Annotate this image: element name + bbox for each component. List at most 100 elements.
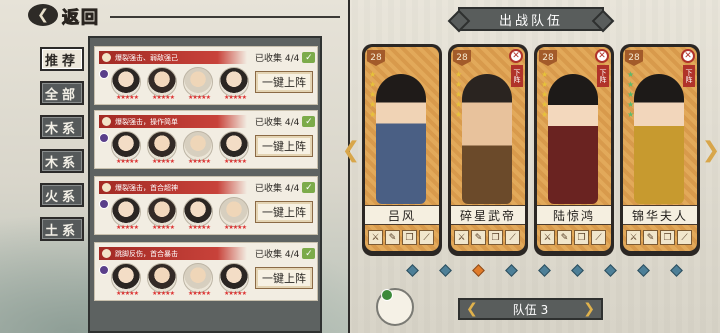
page-dot-active[interactable] (472, 264, 485, 277)
equipment-slots: ⚔ ✎ ❒ ⟋ (540, 230, 608, 245)
team-card: 爆裂强击、弱敌强己 已收集 4/4 ✓ ★★★★★ ★★★★★ ★★★★★ ★★★… (94, 46, 318, 105)
tab-recommend[interactable]: 推荐 (40, 47, 84, 71)
avatar[interactable]: ★★★★★ (183, 67, 213, 101)
star-icon: ★★★★★ (152, 290, 175, 297)
sword-icon[interactable]: ⚔ (368, 230, 383, 245)
close-icon[interactable]: ✕ (681, 49, 695, 63)
equipment-slots: ⚔ ✎ ❒ ⟋ (454, 230, 522, 245)
avatar[interactable]: ★★★★★ (147, 263, 177, 297)
filter-tabs: 推荐 全部 木系 木系 火系 土系 (40, 47, 88, 251)
avatar[interactable]: ★★★★★ (183, 131, 213, 165)
top-bar: ❮ 返回 (0, 0, 345, 30)
top-divider (110, 16, 340, 18)
sword-icon[interactable]: ⚔ (540, 230, 555, 245)
hero-avatars: ★★★★★ ★★★★★ ★★★★★ ★★★★★ (111, 67, 255, 101)
collect-status: 已收集 4/4 ✓ (255, 181, 316, 194)
hero-figure (376, 74, 426, 204)
star-icon: ★★★★★ (224, 224, 247, 231)
tab-all[interactable]: 全部 (40, 81, 84, 105)
scroll-icon[interactable]: ✎ (385, 230, 400, 245)
sword-icon[interactable]: ⚔ (626, 230, 641, 245)
remove-label[interactable]: 下阵 (597, 65, 609, 87)
back-arrow-icon: ❮ (28, 4, 58, 26)
page-dot[interactable] (505, 264, 518, 277)
remove-label[interactable]: 下阵 (511, 65, 523, 87)
tab-wood-2[interactable]: 木系 (40, 149, 84, 173)
scroll-icon[interactable]: ✎ (471, 230, 486, 245)
spear-icon[interactable]: ⟋ (677, 230, 692, 245)
close-icon[interactable]: ✕ (509, 49, 523, 63)
avatar[interactable]: ★★★★★ (147, 197, 177, 231)
team-tag-text: 爆裂强击、弱敌强己 (115, 53, 178, 62)
team-page-indicator (406, 264, 705, 277)
chevron-left-icon[interactable]: ❮ (466, 301, 478, 317)
star-icon: ★★★★★ (224, 158, 247, 165)
avatar[interactable]: ★★★★★ (111, 67, 141, 101)
avatar[interactable]: ★★★★★ (111, 197, 141, 231)
star-icon: ★★★★★ (188, 94, 211, 101)
avatar[interactable]: ★★★★★ (219, 131, 249, 165)
spear-icon[interactable]: ⟋ (419, 230, 434, 245)
scroll-icon[interactable]: ✎ (557, 230, 572, 245)
hero-card[interactable]: 28 ✕ 下阵 ★ ★ ★ ★ ★ 陆惊鸿 ⚔ ✎ ❒ ⟋ (534, 44, 614, 256)
hero-card[interactable]: 28 ✕ 下阵 ★ ★ ★ ★ ★ 碎星武帝 ⚔ ✎ ❒ ⟋ (448, 44, 528, 256)
back-button[interactable]: ❮ 返回 (28, 3, 113, 28)
deploy-button[interactable]: 一键上阵 (255, 267, 313, 289)
page-dot[interactable] (637, 264, 650, 277)
collect-status: 已收集 4/4 ✓ (255, 115, 316, 128)
avatar[interactable]: ★★★★★ (147, 67, 177, 101)
star-icon: ★★★★★ (224, 290, 247, 297)
book-icon[interactable]: ❒ (660, 230, 675, 245)
team-tag-text: 爆裂强击，操作简单 (115, 117, 178, 126)
spear-icon[interactable]: ⟋ (505, 230, 520, 245)
team-list-panel[interactable]: 爆裂强击、弱敌强己 已收集 4/4 ✓ ★★★★★ ★★★★★ ★★★★★ ★★★… (88, 36, 322, 333)
equipment-slots: ⚔ ✎ ❒ ⟋ (626, 230, 694, 245)
collect-status: 已收集 4/4 ✓ (255, 51, 316, 64)
sword-icon[interactable]: ⚔ (454, 230, 469, 245)
spear-icon[interactable]: ⟋ (591, 230, 606, 245)
book-icon[interactable]: ❒ (574, 230, 589, 245)
scroll-icon[interactable]: ✎ (643, 230, 658, 245)
hero-avatars: ★★★★★ ★★★★★ ★★★★★ ★★★★★ (111, 197, 255, 231)
star-icon: ★★★★★ (188, 224, 211, 231)
tab-wood-1[interactable]: 木系 (40, 115, 84, 139)
remove-label[interactable]: 下阵 (683, 65, 695, 87)
page-dot[interactable] (670, 264, 683, 277)
book-icon[interactable]: ❒ (402, 230, 417, 245)
close-icon[interactable]: ✕ (595, 49, 609, 63)
deploy-button[interactable]: 一键上阵 (255, 135, 313, 157)
avatar[interactable]: ★★★★★ (219, 67, 249, 101)
avatar[interactable]: ★★★★★ (111, 131, 141, 165)
page-dot[interactable] (604, 264, 617, 277)
tab-earth[interactable]: 土系 (40, 217, 84, 241)
hero-card[interactable]: 28 ✕ 下阵 ★ ★ ★ ★ ★ 锦华夫人 ⚔ ✎ ❒ ⟋ (620, 44, 700, 256)
star-icon: ★★★★★ (224, 94, 247, 101)
collect-status: 已收集 4/4 ✓ (255, 247, 316, 260)
hero-figure (634, 74, 684, 204)
hero-card[interactable]: 28 ★ ★ ★ ★ ★ 吕风 ⚔ ✎ ❒ ⟋ (362, 44, 442, 256)
hero-avatars: ★★★★★ ★★★★★ ★★★★★ ★★★★★ (111, 263, 255, 297)
deploy-button[interactable]: 一键上阵 (255, 201, 313, 223)
element-badge-icon (99, 265, 109, 275)
avatar[interactable]: ★★★★★ (147, 131, 177, 165)
book-icon[interactable]: ❒ (488, 230, 503, 245)
tab-fire[interactable]: 火系 (40, 183, 84, 207)
team-selector[interactable]: ❮ 队伍 3 ❯ (458, 298, 603, 320)
page-dot[interactable] (538, 264, 551, 277)
avatar[interactable]: ★★★★★ (219, 197, 249, 231)
deploy-button[interactable]: 一键上阵 (255, 71, 313, 93)
tag-icon (102, 117, 111, 126)
team-card: 跳脚反伤，首合暴击 已收集 4/4 ✓ ★★★★★ ★★★★★ ★★★★★ ★★★… (94, 242, 318, 301)
page-dot[interactable] (571, 264, 584, 277)
chevron-right-icon[interactable]: ❯ (702, 138, 720, 163)
page-dot[interactable] (406, 264, 419, 277)
chevron-right-icon[interactable]: ❯ (583, 301, 595, 317)
page-dot[interactable] (439, 264, 452, 277)
notification-badge-icon (381, 289, 393, 301)
avatar[interactable]: ★★★★★ (111, 263, 141, 297)
avatar[interactable]: ★★★★★ (219, 263, 249, 297)
collect-text: 已收集 4/4 (255, 118, 300, 128)
avatar[interactable]: ★★★★★ (183, 263, 213, 297)
avatar[interactable]: ★★★★★ (183, 197, 213, 231)
chevron-left-icon[interactable]: ❮ (342, 138, 360, 163)
